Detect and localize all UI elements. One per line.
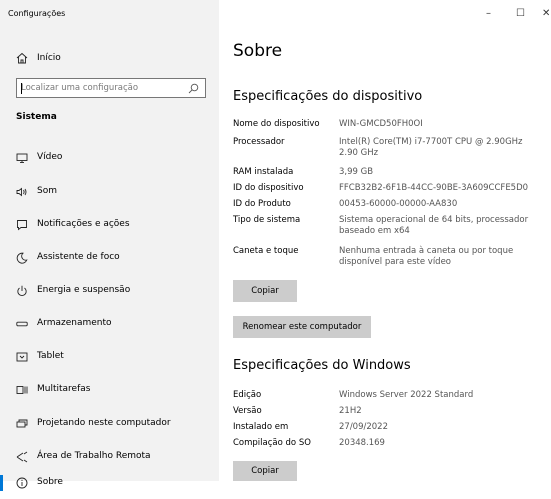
sidebar-item-projetando[interactable]: Projetando neste computador — [0, 407, 219, 440]
sidebar-item-label: Sobre — [37, 477, 63, 487]
windows-specs-heading: Especificações do Windows — [233, 358, 411, 373]
spec-value: Windows Server 2022 Standard — [339, 390, 474, 400]
minimize-icon: – — [486, 8, 491, 19]
sidebar-item-label: Som — [37, 186, 57, 196]
sidebar-item-home-label: Início — [37, 53, 61, 63]
spec-value: FFCB32B2-6F1B-44CC-90BE-3A609CCFE5D0 — [339, 183, 529, 193]
spec-key: Compilação do SO — [233, 438, 311, 448]
spec-key: Nome do dispositivo — [233, 119, 320, 129]
device-specs-heading: Especificações do dispositivo — [233, 89, 423, 104]
sidebar-item-sobre[interactable]: Sobre — [0, 466, 219, 499]
text-caret — [21, 83, 22, 94]
copy-device-specs-button[interactable]: Copiar — [233, 280, 297, 302]
spec-value: Nenhuma entrada à caneta ou por toque di… — [339, 246, 514, 267]
sidebar-item-label: Área de Trabalho Remota — [37, 451, 151, 461]
spec-key: Edição — [233, 390, 262, 400]
storage-icon — [16, 321, 28, 327]
rename-computer-button[interactable]: Renomear este computador — [233, 316, 371, 338]
spec-key: Tipo de sistema — [233, 215, 301, 225]
info-icon — [16, 477, 28, 489]
speaker-icon — [16, 187, 27, 197]
sidebar-item-label: Projetando neste computador — [37, 418, 171, 428]
sidebar-item-multitarefas[interactable]: Multitarefas — [0, 373, 219, 406]
copy-windows-specs-button[interactable]: Copiar — [233, 461, 297, 481]
sidebar-item-som[interactable]: Som — [0, 175, 219, 208]
sidebar-item-video[interactable]: Vídeo — [0, 141, 219, 174]
spec-value: 27/09/2022 — [339, 422, 388, 432]
search-box[interactable] — [16, 78, 206, 98]
monitor-icon — [16, 153, 28, 163]
maximize-icon: ☐ — [516, 8, 525, 19]
sidebar-item-home[interactable]: Início — [0, 42, 219, 76]
power-icon — [17, 285, 27, 296]
sidebar-item-label: Notificações e ações — [37, 219, 130, 229]
sidebar-item-label: Tablet — [37, 351, 64, 361]
page-title: Sobre — [233, 41, 283, 61]
projector-icon — [16, 419, 28, 428]
sidebar-item-energia[interactable]: Energia e suspensão — [0, 274, 219, 307]
spec-key: Caneta e toque — [233, 246, 299, 256]
selected-indicator — [0, 475, 3, 491]
close-icon: ✕ — [542, 8, 551, 19]
spec-key: ID do Produto — [233, 199, 291, 209]
spec-value: Intel(R) Core(TM) i7-7700T CPU @ 2.90GHz… — [339, 137, 523, 158]
notification-icon — [17, 220, 27, 231]
sidebar-item-label: Multitarefas — [37, 384, 91, 394]
sidebar-item-label: Armazenamento — [37, 318, 112, 328]
home-icon — [16, 52, 28, 64]
spec-key: Processador — [233, 137, 285, 147]
spec-key: Versão — [233, 406, 262, 416]
spec-value: WIN-GMCD50FH0OI — [339, 119, 423, 129]
spec-key: Instalado em — [233, 422, 289, 432]
remote-desktop-icon — [16, 451, 28, 463]
close-button[interactable]: ✕ — [528, 0, 551, 28]
sidebar-item-assistente-de-foco[interactable]: Assistente de foco — [0, 241, 219, 274]
search-icon[interactable] — [188, 83, 199, 94]
moon-icon — [16, 252, 28, 264]
spec-key: RAM instalada — [233, 167, 294, 177]
sidebar-item-label: Assistente de foco — [37, 252, 120, 262]
sidebar: Configurações Início Sistema Vídeo Som — [0, 0, 219, 491]
sidebar-item-label: Energia e suspensão — [37, 285, 131, 295]
section-title-sistema: Sistema — [16, 112, 57, 122]
spec-value: 21H2 — [339, 406, 362, 416]
app-title: Configurações — [8, 9, 66, 18]
tablet-icon — [16, 352, 28, 362]
spec-value: 20348.169 — [339, 438, 385, 448]
sidebar-item-label: Vídeo — [37, 152, 63, 162]
sidebar-item-tablet[interactable]: Tablet — [0, 340, 219, 373]
search-input[interactable] — [21, 79, 186, 97]
minimize-button[interactable]: – — [476, 0, 506, 28]
spec-key: ID do dispositivo — [233, 183, 304, 193]
sidebar-item-notificacoes[interactable]: Notificações e ações — [0, 208, 219, 241]
spec-value: 00453-60000-00000-AA830 — [339, 199, 458, 209]
multitask-icon — [16, 386, 28, 394]
spec-value: 3,99 GB — [339, 167, 374, 177]
spec-value: Sistema operacional de 64 bits, processa… — [339, 215, 529, 236]
sidebar-item-armazenamento[interactable]: Armazenamento — [0, 307, 219, 340]
